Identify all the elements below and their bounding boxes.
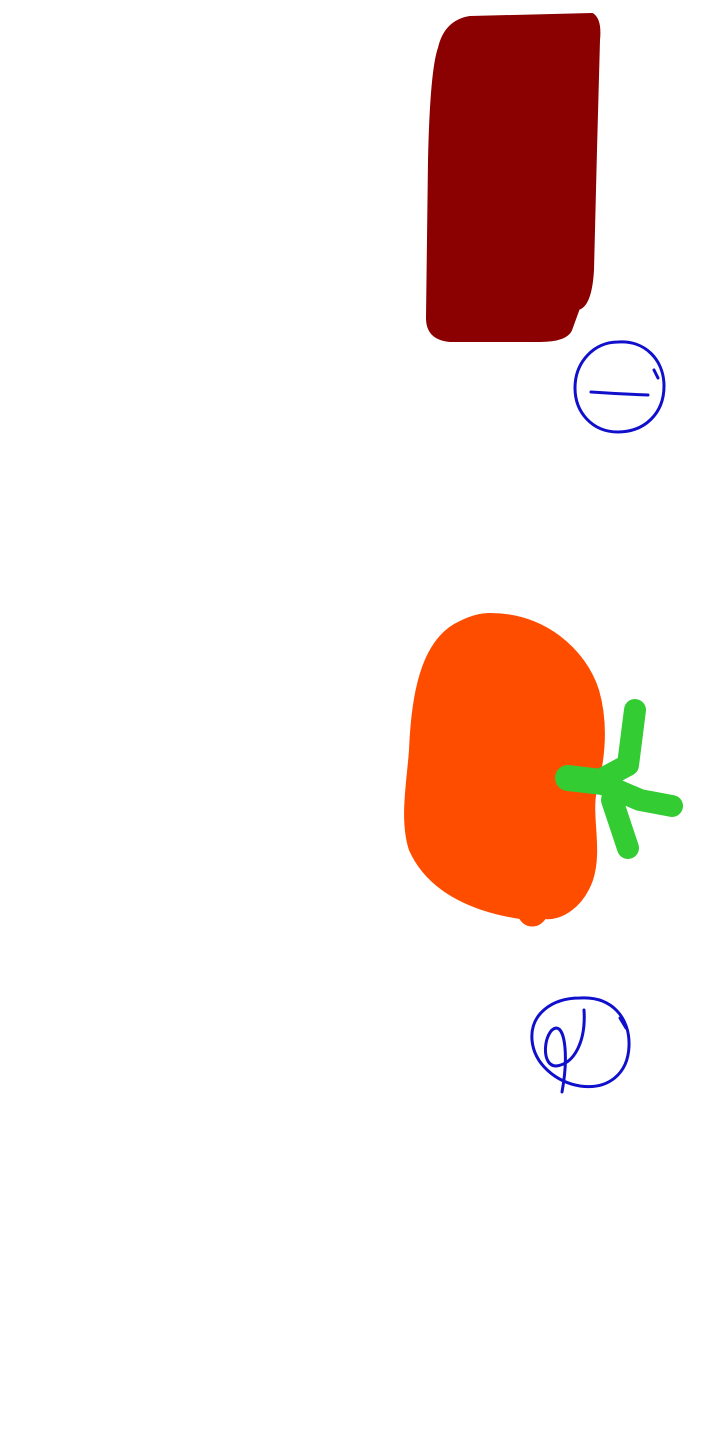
scribbled-circle-drawing [530, 996, 631, 1094]
minus-circle-drawing [573, 340, 666, 434]
dark-red-rectangle-fill [426, 13, 601, 342]
drawing-canvas[interactable] [0, 0, 720, 1436]
minus-line [589, 390, 650, 397]
scribbled-circle-loop [543, 1008, 586, 1094]
green-stem-lower [601, 789, 639, 859]
dark-red-rectangle-drawing [426, 13, 601, 342]
sketch-svg [404, 13, 683, 1094]
minus-circle-outline [573, 340, 666, 434]
